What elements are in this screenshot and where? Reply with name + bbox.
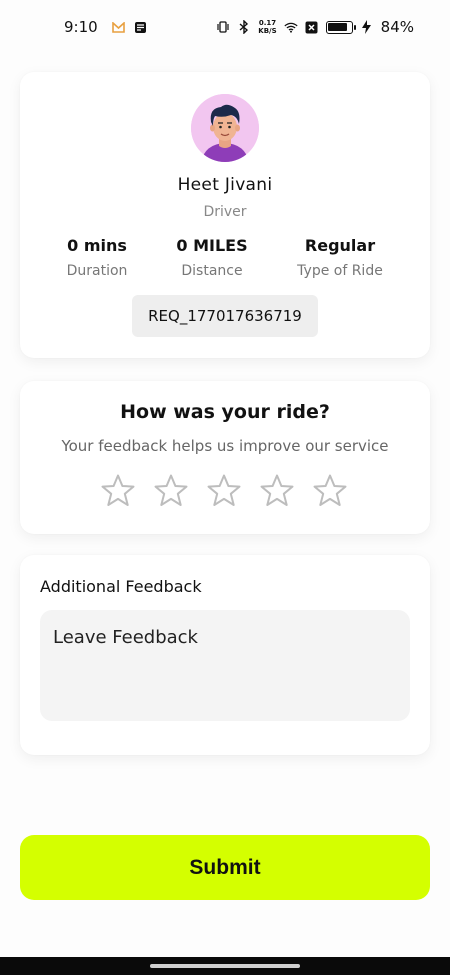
gmail-notification-icon <box>112 20 126 34</box>
driver-avatar <box>191 94 259 162</box>
stat-label: Duration <box>66 263 128 279</box>
status-bar: 9:10 0.17 KB/S 84% <box>0 0 450 54</box>
wifi-icon <box>284 20 298 34</box>
stat-label: Type of Ride <box>297 263 383 279</box>
stat-value: Regular <box>304 236 376 255</box>
battery-icon <box>325 20 356 34</box>
stat-duration: 0 mins Duration <box>32 236 162 279</box>
feedback-card: Additional Feedback <box>20 555 430 755</box>
bluetooth-icon <box>237 20 251 34</box>
rating-card: How was your ride? Your feedback helps u… <box>20 381 430 534</box>
charging-icon <box>360 20 374 34</box>
star-2-icon[interactable] <box>153 473 189 509</box>
star-5-icon[interactable] <box>312 473 348 509</box>
driver-info-card: Heet Jivani Driver 0 mins Duration 0 MIL… <box>20 72 430 358</box>
app-notification-icon <box>134 20 148 34</box>
star-rating <box>100 473 348 509</box>
vibrate-icon <box>216 20 230 34</box>
network-speed: 0.17 KB/S <box>258 19 277 35</box>
home-indicator[interactable] <box>150 964 300 968</box>
driver-role: Driver <box>203 204 247 220</box>
driver-name: Heet Jivani <box>177 175 273 195</box>
stat-distance: 0 MILES Distance <box>147 236 277 279</box>
star-1-icon[interactable] <box>100 473 136 509</box>
star-3-icon[interactable] <box>206 473 242 509</box>
request-id-chip: REQ_177017636719 <box>132 295 318 337</box>
rating-title: How was your ride? <box>120 401 330 423</box>
no-sim-icon <box>305 20 319 34</box>
submit-button[interactable]: Submit <box>20 835 430 900</box>
feedback-input[interactable] <box>40 610 410 721</box>
battery-percent: 84% <box>380 18 414 36</box>
stat-value: 0 MILES <box>176 236 248 255</box>
rating-subtitle: Your feedback helps us improve our servi… <box>61 437 389 455</box>
ride-feedback-screen: 9:10 0.17 KB/S 84% Heet Jivani Driver 0 … <box>0 0 450 975</box>
feedback-label: Additional Feedback <box>40 577 202 596</box>
status-time: 9:10 <box>64 18 98 36</box>
star-4-icon[interactable] <box>259 473 295 509</box>
stat-ride-type: Regular Type of Ride <box>275 236 405 279</box>
battery-level-fill <box>328 23 347 31</box>
stat-label: Distance <box>181 263 243 279</box>
system-nav-bar <box>0 957 450 975</box>
stat-value: 0 mins <box>67 236 127 255</box>
